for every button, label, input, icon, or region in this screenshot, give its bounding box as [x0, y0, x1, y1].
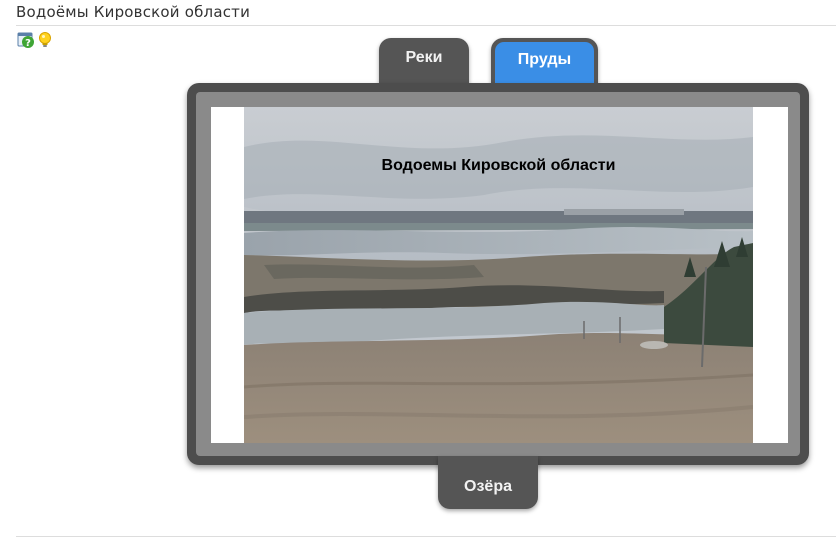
tab-lakes-label: Озёра	[464, 477, 512, 495]
title-divider	[16, 25, 836, 26]
tab-ponds-label: Пруды	[517, 51, 572, 68]
tab-lakes[interactable]: Озёра	[438, 456, 538, 509]
help-icon[interactable]: ?	[17, 31, 35, 49]
page-title: Водоёмы Кировской области	[16, 3, 251, 21]
toolbar: ?	[17, 31, 54, 49]
svg-text:?: ?	[25, 38, 31, 49]
tab-rivers-label: Реки	[405, 49, 443, 66]
landscape-photo: Водоемы Кировской области	[244, 107, 753, 443]
bottom-divider	[16, 536, 836, 537]
slide-caption: Водоемы Кировской области	[381, 157, 616, 174]
slide-viewport: Водоемы Кировской области	[211, 107, 788, 443]
lightbulb-icon[interactable]	[36, 31, 54, 49]
